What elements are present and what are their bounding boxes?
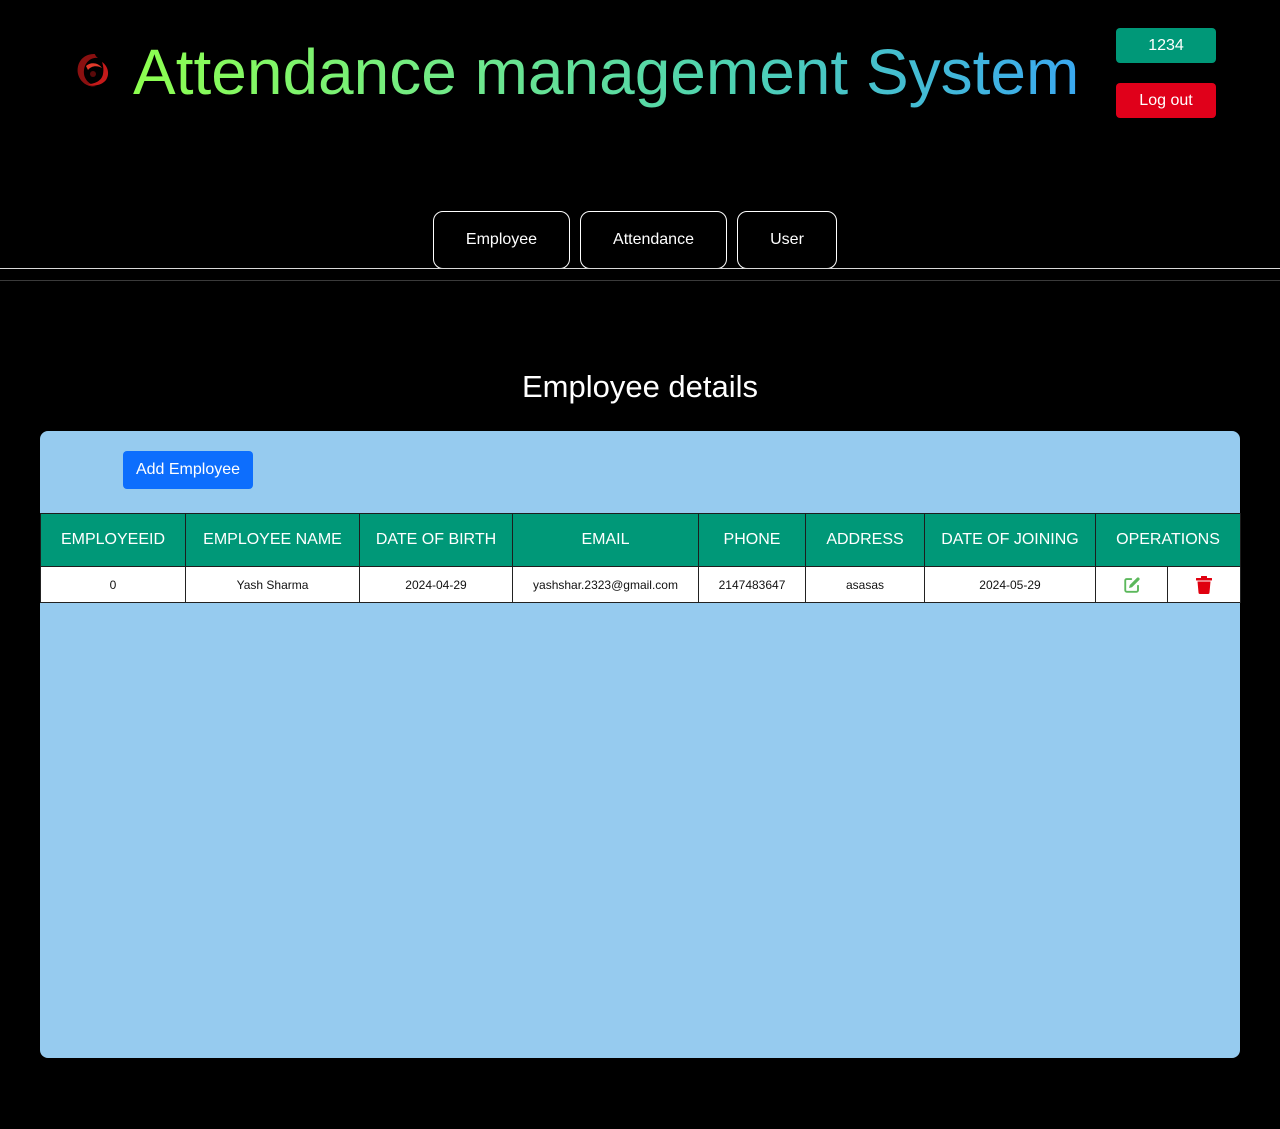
cell-employee-id: 0 (40, 566, 186, 603)
nav-employee-button[interactable]: Employee (433, 211, 570, 269)
table-header-row: EMPLOYEEID EMPLOYEE NAME DATE OF BIRTH E… (40, 513, 1241, 567)
trash-icon[interactable] (1196, 575, 1212, 594)
column-header-address: ADDRESS (805, 513, 925, 567)
user-id-badge[interactable]: 1234 (1116, 28, 1216, 63)
table-row: 0 Yash Sharma 2024-04-29 yashshar.2323@g… (40, 566, 1241, 603)
employee-panel: Add Employee EMPLOYEEID EMPLOYEE NAME DA… (40, 431, 1241, 1058)
add-employee-button[interactable]: Add Employee (123, 451, 253, 489)
nav-attendance-button[interactable]: Attendance (580, 211, 727, 269)
nav-divider-shadow (0, 280, 1280, 281)
page: Attendance management System 1234 Log ou… (0, 0, 1280, 1129)
employee-table: EMPLOYEEID EMPLOYEE NAME DATE OF BIRTH E… (40, 513, 1241, 603)
nav-divider (0, 268, 1280, 269)
nav-user-button[interactable]: User (737, 211, 837, 269)
column-header-date-of-joining: DATE OF JOINING (924, 513, 1096, 567)
cell-address: asasas (805, 566, 925, 603)
column-header-date-of-birth: DATE OF BIRTH (359, 513, 513, 567)
column-header-email: EMAIL (512, 513, 699, 567)
column-header-employee-name: EMPLOYEE NAME (185, 513, 360, 567)
column-header-operations: OPERATIONS (1095, 513, 1241, 567)
cell-phone: 2147483647 (698, 566, 806, 603)
cell-delete (1167, 566, 1241, 603)
cell-date-of-birth: 2024-04-29 (359, 566, 513, 603)
logout-button[interactable]: Log out (1116, 83, 1216, 118)
cell-email: yashshar.2323@gmail.com (512, 566, 699, 603)
cell-employee-name: Yash Sharma (185, 566, 360, 603)
column-header-employeeid: EMPLOYEEID (40, 513, 186, 567)
edit-icon[interactable] (1123, 576, 1141, 594)
phoenix-logo-icon (77, 54, 109, 87)
cell-edit (1095, 566, 1168, 603)
cell-date-of-joining: 2024-05-29 (924, 566, 1096, 603)
column-header-phone: PHONE (698, 513, 806, 567)
section-title: Employee details (521, 369, 759, 404)
app-title: Attendance management System (133, 36, 1080, 108)
